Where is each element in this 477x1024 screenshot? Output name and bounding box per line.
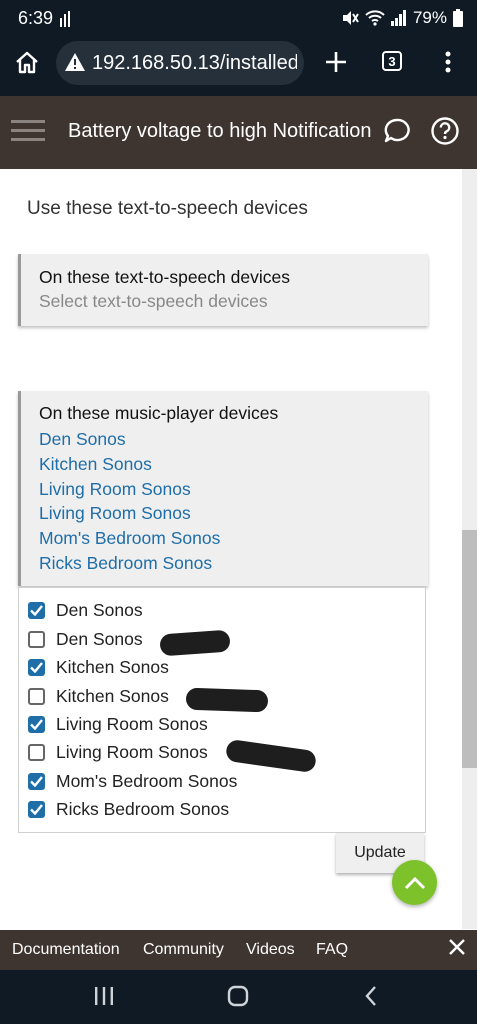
battery-percent: 79%	[412, 8, 447, 27]
music-player-devices-select[interactable]: On these music-player devices Den Sonos …	[18, 391, 428, 586]
status-bar: 6:39 79%	[0, 0, 477, 38]
checkbox-checked[interactable]	[28, 800, 45, 818]
close-icon[interactable]	[448, 938, 466, 956]
footer-link-documentation[interactable]: Documentation	[12, 941, 120, 959]
device-option-label: Kitchen Sonos	[56, 656, 169, 677]
home-icon[interactable]	[14, 50, 40, 76]
checkbox-checked[interactable]	[28, 601, 45, 619]
device-option-label: Mom's Bedroom Sonos	[56, 770, 238, 791]
tab-count: 3	[388, 53, 396, 69]
signal-bars-icon	[60, 11, 70, 27]
browser-toolbar: 192.168.50.13/installedapp 3	[0, 38, 477, 96]
device-option-label: Living Room Sonos	[56, 741, 208, 762]
checkbox-unchecked[interactable]	[28, 687, 45, 705]
device-option-label: Den Sonos	[56, 599, 143, 620]
selected-device-link[interactable]: Mom's Bedroom Sonos	[39, 526, 428, 551]
battery-icon	[453, 9, 463, 27]
back-chevron-icon[interactable]	[364, 985, 378, 1007]
footer-link-videos[interactable]: Videos	[246, 941, 295, 959]
music-card-heading: On these music-player devices	[39, 403, 279, 423]
mute-icon	[342, 11, 359, 25]
wifi-icon	[365, 10, 385, 26]
check-icon	[30, 661, 43, 673]
redaction-scribble	[185, 687, 269, 713]
page-title: Battery voltage to high Notification	[68, 120, 372, 142]
check-icon	[30, 775, 43, 787]
check-icon	[30, 604, 43, 616]
selected-device-link[interactable]: Living Room Sonos	[39, 477, 428, 502]
warning-icon[interactable]	[64, 52, 86, 72]
device-option-row[interactable]: Ricks Bedroom Sonos	[28, 796, 229, 822]
checkbox-unchecked[interactable]	[28, 743, 45, 761]
url-text[interactable]: 192.168.50.13/installedapp	[92, 52, 297, 75]
checkbox-checked[interactable]	[28, 658, 45, 676]
checkbox-unchecked[interactable]	[28, 630, 45, 648]
tts-devices-select[interactable]: On these text-to-speech devices Select t…	[18, 254, 428, 326]
device-option-row[interactable]: Kitchen Sonos	[28, 683, 169, 709]
device-option-row[interactable]: Mom's Bedroom Sonos	[28, 768, 237, 794]
footer-link-faq[interactable]: FAQ	[316, 941, 348, 959]
new-tab-plus-icon[interactable]	[324, 50, 348, 74]
url-bar[interactable]: 192.168.50.13/installedapp	[56, 41, 304, 85]
tts-card-placeholder: Select text-to-speech devices	[39, 291, 268, 311]
status-time: 6:39	[18, 8, 54, 28]
device-option-row[interactable]: Den Sonos	[28, 626, 143, 652]
checkbox-checked[interactable]	[28, 772, 45, 790]
footer-link-community[interactable]: Community	[143, 941, 224, 959]
app-header: Battery voltage to high Notification	[0, 96, 477, 169]
selected-device-link[interactable]: Ricks Bedroom Sonos	[39, 551, 428, 576]
recents-icon[interactable]	[94, 986, 114, 1006]
tab-switcher-icon[interactable]: 3	[382, 51, 402, 71]
device-option-label: Living Room Sonos	[56, 713, 208, 734]
check-icon	[30, 718, 43, 730]
device-option-row[interactable]: Den Sonos	[28, 597, 143, 623]
cell-signal-icon	[390, 10, 406, 26]
status-right-group: 79%	[341, 8, 463, 28]
footer-bar: Documentation Community Videos FAQ	[0, 930, 477, 970]
tts-card-heading: On these text-to-speech devices	[39, 267, 290, 287]
selected-device-link[interactable]: Kitchen Sonos	[39, 452, 428, 477]
device-option-label: Kitchen Sonos	[56, 685, 169, 706]
chat-bubble-icon[interactable]	[383, 117, 411, 145]
system-nav-bar	[0, 970, 477, 1024]
selected-device-link[interactable]: Living Room Sonos	[39, 501, 428, 526]
device-option-row[interactable]: Living Room Sonos	[28, 739, 208, 765]
help-circle-icon[interactable]	[430, 116, 460, 146]
selected-device-link[interactable]: Den Sonos	[39, 427, 428, 452]
hamburger-menu-icon[interactable]	[11, 118, 45, 144]
device-option-label: Den Sonos	[56, 628, 143, 649]
home-circle-icon[interactable]	[227, 985, 249, 1007]
device-option-row[interactable]: Kitchen Sonos	[28, 654, 169, 680]
checkbox-checked[interactable]	[28, 715, 45, 733]
device-option-row[interactable]: Living Room Sonos	[28, 711, 208, 737]
page-scrollbar-thumb[interactable]	[462, 530, 477, 768]
scroll-top-button[interactable]	[392, 860, 437, 905]
section-title: Use these text-to-speech devices	[27, 198, 308, 219]
chevron-up-icon	[404, 876, 425, 889]
device-option-label: Ricks Bedroom Sonos	[56, 798, 230, 819]
more-vert-icon[interactable]	[443, 50, 453, 74]
check-icon	[30, 803, 43, 815]
